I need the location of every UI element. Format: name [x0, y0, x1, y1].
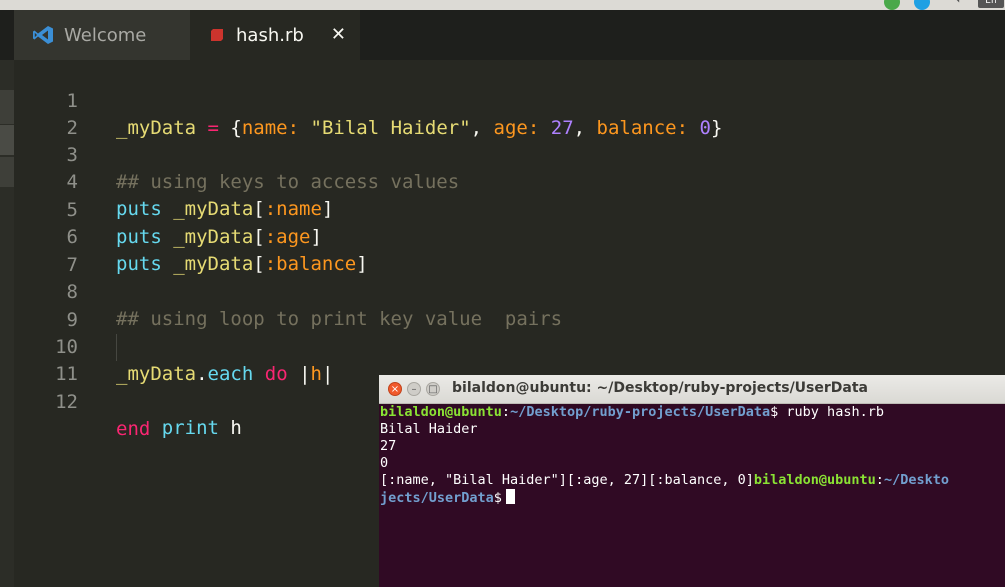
code-line[interactable]: 1 _myData = {name: "Bilal Haider", age: …	[0, 61, 1005, 139]
activity-bar-top	[0, 10, 14, 60]
code-line[interactable]: 10 _myData.each do |h|	[0, 307, 1005, 385]
indent-guide	[116, 334, 117, 361]
terminal-output-line: [:name, "Bilal Haider"][:age, 27][:balan…	[380, 472, 949, 488]
vscode-icon	[32, 24, 54, 46]
tab-welcome-label: Welcome	[64, 24, 147, 46]
minimize-window-button[interactable]: –	[407, 382, 421, 396]
terminal-output-line: 0	[380, 455, 389, 471]
code-line[interactable]: 8 ## using loop to print key value pairs	[0, 252, 1005, 330]
tab-welcome[interactable]: Welcome	[14, 10, 190, 60]
skype-icon[interactable]	[914, 0, 930, 10]
close-icon[interactable]: ✕	[331, 24, 346, 45]
terminal-window[interactable]: × – □ bilaldon@ubuntu: ~/Desktop/ruby-pr…	[379, 375, 1005, 587]
code-line[interactable]: 3 ## using keys to access values	[0, 115, 1005, 193]
terminal-output-line: 27	[380, 438, 397, 454]
code-line[interactable]: 2	[0, 88, 1005, 139]
code-line[interactable]: 5 puts _myData[:age]	[0, 170, 1005, 248]
code-line[interactable]: 9	[0, 280, 1005, 331]
maximize-window-button[interactable]: □	[426, 382, 440, 396]
wifi-icon[interactable]: ◥	[950, 0, 959, 4]
code-line[interactable]: 11 print h	[0, 334, 1005, 439]
close-window-button[interactable]: ×	[388, 382, 402, 396]
vpn-icon[interactable]	[884, 0, 900, 10]
code-keyword: end	[116, 418, 151, 440]
tab-hash-rb-label: hash.rb	[236, 24, 304, 46]
terminal-output-line: Bilal Haider	[380, 421, 478, 437]
terminal-titlebar[interactable]: × – □ bilaldon@ubuntu: ~/Desktop/ruby-pr…	[379, 375, 1005, 404]
ruby-file-icon	[211, 29, 223, 41]
keyboard-language-indicator[interactable]: En	[978, 0, 1004, 8]
system-top-panel: ◥ En	[0, 0, 1005, 10]
tab-bar: Welcome hash.rb ✕	[0, 10, 1005, 60]
code-line[interactable]: 7	[0, 225, 1005, 276]
terminal-title: bilaldon@ubuntu: ~/Desktop/ruby-projects…	[452, 380, 868, 396]
code-line[interactable]: 4 puts _myData[:name]	[0, 142, 1005, 220]
line-number: 12	[55, 391, 78, 413]
terminal-prompt-line: bilaldon@ubuntu:~/Desktop/ruby-projects/…	[380, 404, 884, 420]
terminal-output[interactable]: bilaldon@ubuntu:~/Desktop/ruby-projects/…	[379, 404, 1005, 587]
terminal-prompt-line: jects/UserData$	[380, 489, 515, 506]
tab-hash-rb[interactable]: hash.rb ✕	[190, 10, 360, 60]
terminal-cursor	[505, 489, 515, 504]
code-line[interactable]: 6 puts _myData[:balance]	[0, 197, 1005, 275]
